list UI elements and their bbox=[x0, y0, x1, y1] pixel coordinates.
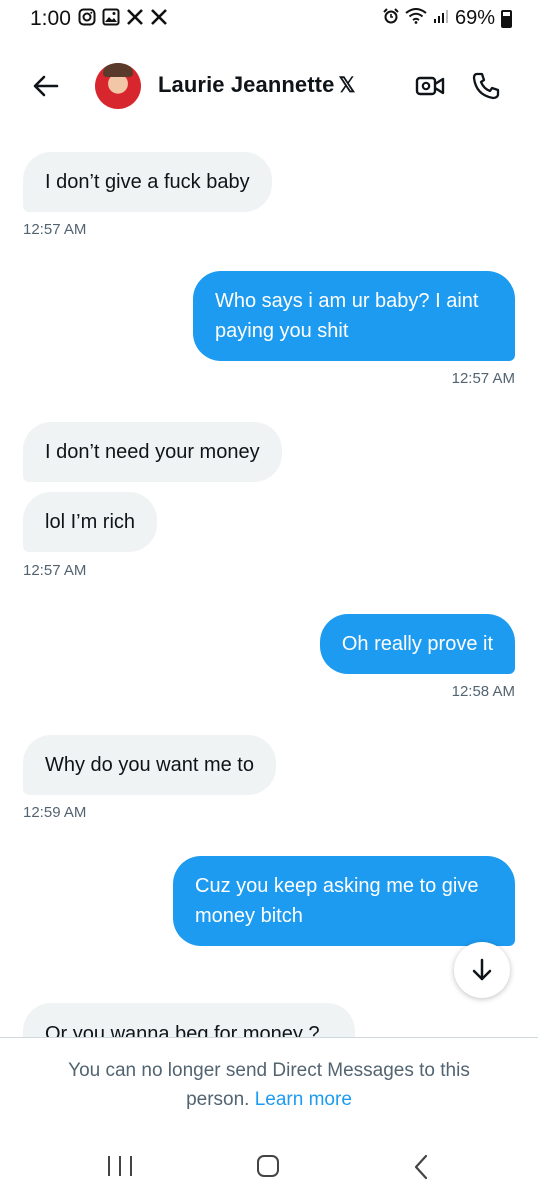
chevron-left-icon bbox=[414, 1154, 428, 1180]
battery-percentage: 69% bbox=[454, 7, 495, 29]
message-bubble-sent[interactable]: Who says i am ur baby? I aint paying you… bbox=[193, 271, 515, 361]
signal-icon bbox=[433, 8, 449, 29]
message-bubble-sent[interactable]: Oh really prove it bbox=[319, 614, 515, 674]
gallery-icon bbox=[102, 8, 120, 31]
back-button[interactable] bbox=[26, 66, 66, 106]
video-call-button[interactable] bbox=[412, 68, 448, 104]
system-navigation-bar bbox=[0, 1140, 538, 1200]
phone-icon bbox=[472, 72, 500, 100]
avatar[interactable] bbox=[95, 63, 141, 109]
arrow-left-icon bbox=[33, 75, 59, 97]
notification-icons bbox=[78, 8, 168, 31]
message-timestamp: 12:57 AM bbox=[23, 562, 87, 579]
video-camera-icon bbox=[415, 76, 445, 96]
message-bubble-received[interactable]: lol I’m rich bbox=[23, 492, 158, 552]
message-timestamp: 12:57 AM bbox=[23, 221, 87, 238]
system-back-button[interactable] bbox=[408, 1152, 434, 1182]
home-button[interactable] bbox=[257, 1155, 279, 1177]
contact-name-text: Laurie Jeannette bbox=[158, 72, 335, 97]
status-bar: 1:00 69% bbox=[0, 0, 538, 38]
scroll-to-bottom-button[interactable] bbox=[454, 942, 510, 998]
message-bubble-received[interactable]: I don’t give a fuck baby bbox=[23, 152, 272, 212]
wifi-icon bbox=[405, 8, 427, 29]
dm-disabled-notice: You can no longer send Direct Messages t… bbox=[40, 1056, 498, 1114]
conversation-header: Laurie Jeannette 𝕏 bbox=[0, 48, 538, 128]
x-app-icon bbox=[126, 8, 144, 31]
alarm-icon bbox=[383, 8, 399, 29]
instagram-icon bbox=[78, 8, 96, 31]
message-bubble-received[interactable]: I don’t need your money bbox=[23, 422, 282, 482]
message-bubble-received[interactable]: Why do you want me to bbox=[23, 735, 276, 795]
recent-apps-button[interactable] bbox=[108, 1156, 132, 1178]
message-timestamp: 12:59 AM bbox=[23, 804, 87, 821]
battery-icon bbox=[501, 9, 512, 28]
message-text-partial: Or you wanna beg for money ? bbox=[45, 1023, 320, 1037]
message-timestamp: 12:57 AM bbox=[451, 370, 515, 387]
arrow-down-icon bbox=[472, 958, 492, 981]
message-bubble-received-partial[interactable]: Or you wanna beg for money ? bbox=[23, 1003, 355, 1037]
x-verified-badge: 𝕏 bbox=[338, 74, 356, 97]
status-time: 1:00 bbox=[30, 7, 71, 30]
system-icons: 69% bbox=[383, 7, 512, 30]
message-timestamp: 12:58 AM bbox=[451, 683, 515, 700]
learn-more-link[interactable]: Learn more bbox=[255, 1089, 352, 1110]
voice-call-button[interactable] bbox=[468, 68, 504, 104]
contact-name[interactable]: Laurie Jeannette 𝕏 bbox=[158, 72, 355, 98]
message-bubble-sent[interactable]: Cuz you keep asking me to give money bit… bbox=[173, 856, 515, 946]
x-app-icon bbox=[150, 8, 168, 31]
divider bbox=[0, 1037, 538, 1038]
